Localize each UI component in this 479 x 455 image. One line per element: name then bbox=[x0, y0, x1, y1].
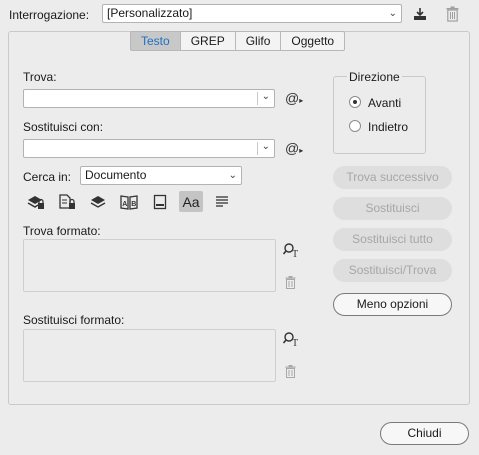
svg-text:T: T bbox=[292, 338, 298, 347]
radio-forward[interactable] bbox=[349, 96, 361, 108]
query-select[interactable]: [Personalizzato] ⌄ bbox=[102, 4, 402, 23]
replace-format-box[interactable] bbox=[23, 329, 276, 382]
direction-title: Direzione bbox=[347, 70, 402, 84]
find-format-label: Trova formato: bbox=[23, 224, 101, 238]
chevron-down-icon[interactable]: ⌄ bbox=[262, 91, 270, 102]
chevron-down-icon: ⌄ bbox=[228, 170, 237, 181]
master-pages-icon[interactable]: A B bbox=[118, 192, 140, 212]
replace-find-button[interactable]: Sostituisci/Trova bbox=[333, 259, 452, 282]
chevron-down-icon[interactable]: ⌄ bbox=[262, 141, 270, 152]
replace-all-button[interactable]: Sostituisci tutto bbox=[333, 228, 452, 251]
case-sensitive-text: Aa bbox=[182, 193, 200, 210]
trash-icon[interactable] bbox=[444, 5, 460, 23]
replace-label: Sostituisci con: bbox=[23, 120, 104, 134]
svg-text:A: A bbox=[122, 201, 127, 208]
find-format-box[interactable] bbox=[23, 239, 276, 292]
tab-testo[interactable]: Testo bbox=[130, 31, 181, 51]
save-query-icon[interactable] bbox=[412, 6, 428, 22]
replace-format-label: Sostituisci formato: bbox=[23, 313, 125, 327]
clear-format-trash-icon[interactable] bbox=[285, 365, 296, 381]
at-special-chars-icon[interactable]: @▸ bbox=[285, 90, 303, 106]
locked-layers-icon[interactable] bbox=[25, 192, 47, 212]
search-in-select[interactable]: Documento ⌄ bbox=[80, 166, 242, 185]
replace-input[interactable]: ⌄ bbox=[23, 139, 275, 158]
search-in-label: Cerca in: bbox=[23, 170, 72, 184]
find-input[interactable]: ⌄ bbox=[23, 89, 275, 108]
direction-group bbox=[333, 76, 426, 154]
find-next-button[interactable]: Trova successivo bbox=[333, 166, 452, 189]
tab-oggetto[interactable]: Oggetto bbox=[281, 31, 346, 51]
query-value: [Personalizzato] bbox=[107, 6, 193, 20]
format-settings-icon[interactable]: T bbox=[282, 242, 301, 261]
radio-backward-label[interactable]: Indietro bbox=[368, 120, 408, 134]
tab-grep[interactable]: GREP bbox=[180, 31, 236, 51]
svg-text:B: B bbox=[131, 201, 136, 208]
search-in-value: Documento bbox=[85, 168, 147, 182]
locked-stories-icon[interactable] bbox=[56, 192, 78, 212]
radio-forward-label[interactable]: Avanti bbox=[368, 96, 401, 110]
close-button[interactable]: Chiudi bbox=[380, 422, 469, 445]
at-special-chars-icon[interactable]: @▸ bbox=[285, 140, 303, 156]
svg-text:T: T bbox=[292, 249, 298, 258]
fewer-options-button[interactable]: Meno opzioni bbox=[333, 293, 452, 316]
find-label: Trova: bbox=[23, 70, 57, 84]
format-settings-icon[interactable]: T bbox=[282, 331, 301, 350]
hidden-layers-icon[interactable] bbox=[87, 192, 109, 212]
chevron-down-icon: ⌄ bbox=[388, 8, 397, 19]
replace-button[interactable]: Sostituisci bbox=[333, 197, 452, 220]
case-sensitive-icon[interactable]: Aa bbox=[179, 191, 203, 212]
tab-bar: Testo GREP Glifo Oggetto bbox=[130, 31, 346, 51]
query-label: Interrogazione: bbox=[9, 8, 90, 22]
whole-word-icon[interactable] bbox=[211, 192, 233, 212]
footnotes-icon[interactable] bbox=[149, 192, 171, 212]
clear-format-trash-icon[interactable] bbox=[285, 276, 296, 292]
tab-glifo[interactable]: Glifo bbox=[235, 31, 282, 51]
radio-backward[interactable] bbox=[349, 120, 361, 132]
